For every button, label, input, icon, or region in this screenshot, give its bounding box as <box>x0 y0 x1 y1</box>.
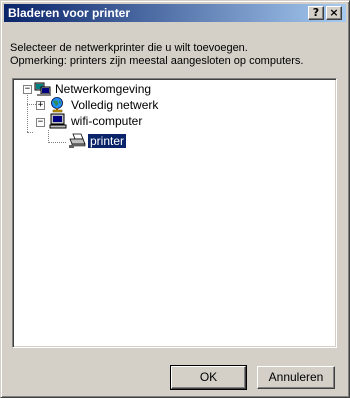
instruction-text: Selecteer de netwerkprinter die u wilt t… <box>10 42 340 68</box>
close-button[interactable]: × <box>326 6 342 20</box>
entire-network-globe-icon <box>49 97 67 113</box>
printer-icon <box>68 133 86 149</box>
collapse-toggle[interactable]: − <box>36 118 45 127</box>
tree-item-printer[interactable]: printer <box>13 133 313 149</box>
instruction-line-2: Opmerking: printers zijn meestal aangesl… <box>10 55 304 67</box>
title-bar[interactable]: Bladeren voor printer ? × <box>4 4 346 22</box>
help-button[interactable]: ? <box>308 6 324 20</box>
computer-icon <box>49 113 67 129</box>
collapse-toggle[interactable]: − <box>23 85 32 94</box>
instruction-line-1: Selecteer de netwerkprinter die u wilt t… <box>10 42 248 54</box>
network-tree-view[interactable]: − Netwerkomgeving + Volledig netwerk − w… <box>12 78 337 348</box>
tree-item-label-selected[interactable]: printer <box>86 133 128 149</box>
expand-toggle[interactable]: + <box>36 101 45 110</box>
tree-item-label[interactable]: wifi-computer <box>69 114 144 128</box>
cancel-button[interactable]: Annuleren <box>257 366 335 389</box>
tree-item-label[interactable]: Netwerkomgeving <box>53 82 153 96</box>
tree-item-wifi-computer[interactable]: − wifi-computer <box>13 113 313 129</box>
tree-item-entire-network[interactable]: + Volledig netwerk <box>13 97 313 113</box>
browse-printer-dialog: Bladeren voor printer ? × Selecteer de n… <box>0 0 350 398</box>
tree-item-network-neighborhood[interactable]: − Netwerkomgeving <box>13 81 313 97</box>
network-neighborhood-icon <box>34 81 52 97</box>
tree-item-label[interactable]: Volledig netwerk <box>69 98 160 112</box>
window-title: Bladeren voor printer <box>8 6 131 20</box>
ok-button[interactable]: OK <box>170 365 247 390</box>
